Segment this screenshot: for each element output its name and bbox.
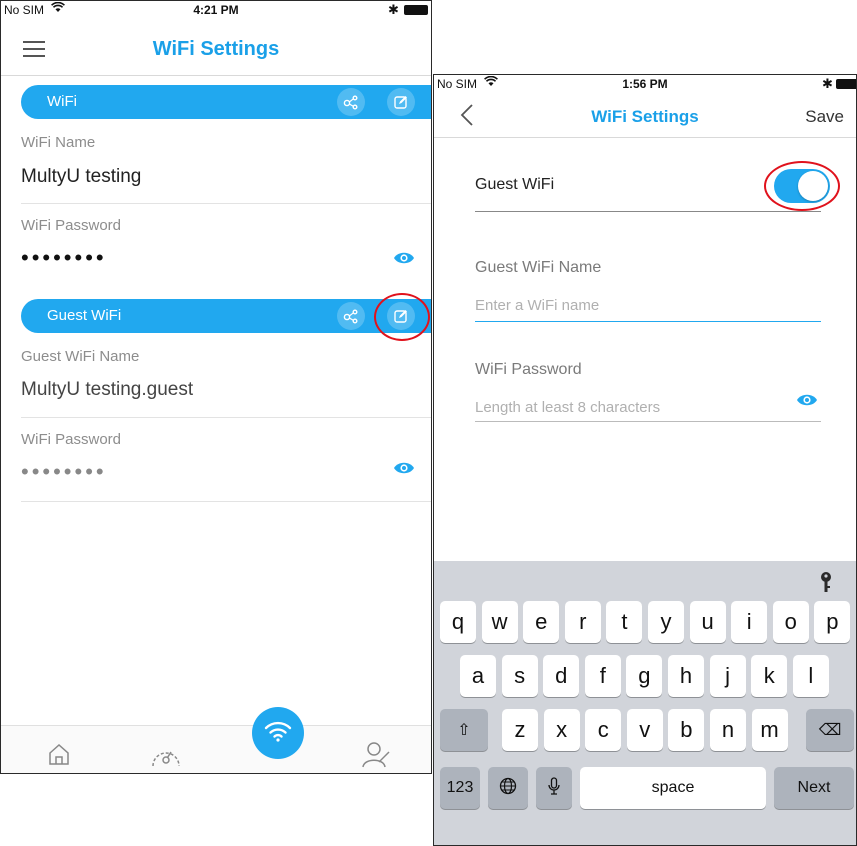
key-d[interactable]: d	[543, 655, 580, 697]
page-title: WiFi Settings	[152, 38, 280, 60]
clock-text: 4:21 PM	[193, 3, 239, 17]
app-header: WiFi Settings	[1, 19, 431, 76]
next-key[interactable]: Next	[774, 767, 854, 809]
globe-icon	[499, 777, 517, 800]
microphone-key[interactable]	[536, 767, 572, 809]
edit-icon[interactable]	[387, 88, 415, 116]
wifi-section-label: WiFi	[47, 93, 77, 110]
key-m[interactable]: m	[751, 709, 788, 751]
status-bar: No SIM 1:56 PM ✱	[434, 75, 856, 93]
numbers-key[interactable]: 123	[440, 767, 480, 809]
backspace-key[interactable]: ⌫	[806, 709, 854, 751]
keyboard: qwertyuiop asdfghjkl zxcvbnm ⇧ ⌫ 123 space…	[434, 561, 856, 845]
wifi-name-label: WiFi Name	[21, 134, 96, 151]
wifi-password-value: ••••••••	[21, 245, 107, 270]
key-x[interactable]: x	[543, 709, 580, 751]
divider	[21, 203, 431, 204]
bluetooth-icon: ✱	[388, 2, 399, 17]
guest-wifi-toggle-label: Guest WiFi	[475, 176, 555, 193]
key-q[interactable]: q	[440, 601, 476, 643]
wifi-name-value: MultyU testing	[21, 166, 142, 187]
key-g[interactable]: g	[626, 655, 663, 697]
battery-icon	[836, 79, 856, 89]
key-n[interactable]: n	[710, 709, 746, 751]
wifi-password-label: WiFi Password	[21, 217, 122, 234]
speedometer-icon[interactable]	[149, 742, 183, 773]
status-bar: No SIM 4:21 PM ✱	[1, 1, 431, 19]
key-icon[interactable]	[819, 571, 833, 598]
key-v[interactable]: v	[626, 709, 663, 751]
home-icon[interactable]	[47, 742, 71, 771]
eye-icon[interactable]	[393, 251, 415, 270]
key-w[interactable]: w	[481, 601, 518, 643]
key-k[interactable]: k	[751, 655, 788, 697]
eye-icon[interactable]	[393, 461, 415, 480]
microphone-icon	[548, 776, 560, 800]
wifi-tab-button[interactable]	[252, 707, 304, 759]
shift-key[interactable]: ⇧	[440, 709, 488, 751]
tab-bar	[1, 725, 431, 773]
guest-wifi-name-label: Guest WiFi Name	[475, 259, 602, 276]
highlight-ring	[764, 161, 840, 211]
key-f[interactable]: f	[584, 655, 621, 697]
wifi-password-label: WiFi Password	[475, 361, 582, 378]
key-a[interactable]: a	[460, 655, 496, 697]
guest-wifi-password-label: WiFi Password	[21, 431, 122, 448]
wifi-section-header: WiFi	[21, 85, 431, 119]
user-icon[interactable]	[361, 740, 391, 773]
divider	[475, 321, 821, 322]
key-h[interactable]: h	[668, 655, 704, 697]
share-icon[interactable]	[337, 302, 365, 330]
bluetooth-icon: ✱	[822, 76, 833, 91]
guest-wifi-name-value: MultyU testing.guest	[21, 379, 194, 400]
key-u[interactable]: u	[689, 601, 726, 643]
key-p[interactable]: p	[814, 601, 851, 643]
clock-text: 1:56 PM	[622, 77, 668, 91]
divider	[21, 417, 431, 418]
divider	[475, 211, 821, 212]
save-button[interactable]: Save	[805, 107, 844, 127]
key-e[interactable]: e	[523, 601, 560, 643]
globe-key[interactable]	[488, 767, 528, 809]
key-y[interactable]: y	[648, 601, 684, 643]
guest-wifi-section-label: Guest WiFi	[47, 307, 122, 324]
backspace-icon: ⌫	[818, 722, 842, 739]
divider	[21, 501, 431, 502]
key-b[interactable]: b	[668, 709, 705, 751]
wifi-settings-screen: No SIM 4:21 PM ✱ WiFi Settings WiFi WiFi…	[0, 0, 432, 774]
guest-wifi-name-label: Guest WiFi Name	[21, 348, 140, 365]
battery-icon	[404, 5, 428, 15]
key-t[interactable]: t	[606, 601, 643, 643]
key-i[interactable]: i	[731, 601, 768, 643]
eye-icon[interactable]	[796, 393, 818, 412]
nav-bar: WiFi Settings Save	[434, 93, 856, 138]
wifi-icon	[264, 720, 292, 747]
guest-wifi-password-value: ••••••••	[21, 459, 107, 484]
wifi-password-field[interactable]: Length at least 8 characters	[475, 399, 660, 416]
key-c[interactable]: c	[585, 709, 622, 751]
space-key[interactable]: space	[580, 767, 766, 809]
key-s[interactable]: s	[501, 655, 538, 697]
key-j[interactable]: j	[709, 655, 746, 697]
page-title: WiFi Settings	[591, 107, 699, 126]
divider	[475, 421, 821, 422]
guest-wifi-settings-screen: No SIM 1:56 PM ✱ WiFi Settings Save Gues…	[433, 74, 857, 846]
key-z[interactable]: z	[502, 709, 538, 751]
guest-wifi-name-field[interactable]: Enter a WiFi name	[475, 297, 599, 314]
key-r[interactable]: r	[564, 601, 601, 643]
shift-icon: ⇧	[457, 722, 471, 739]
highlight-ring	[374, 293, 430, 341]
key-l[interactable]: l	[792, 655, 829, 697]
share-icon[interactable]	[337, 88, 365, 116]
guest-wifi-section-header: Guest WiFi	[21, 299, 431, 333]
key-o[interactable]: o	[772, 601, 809, 643]
